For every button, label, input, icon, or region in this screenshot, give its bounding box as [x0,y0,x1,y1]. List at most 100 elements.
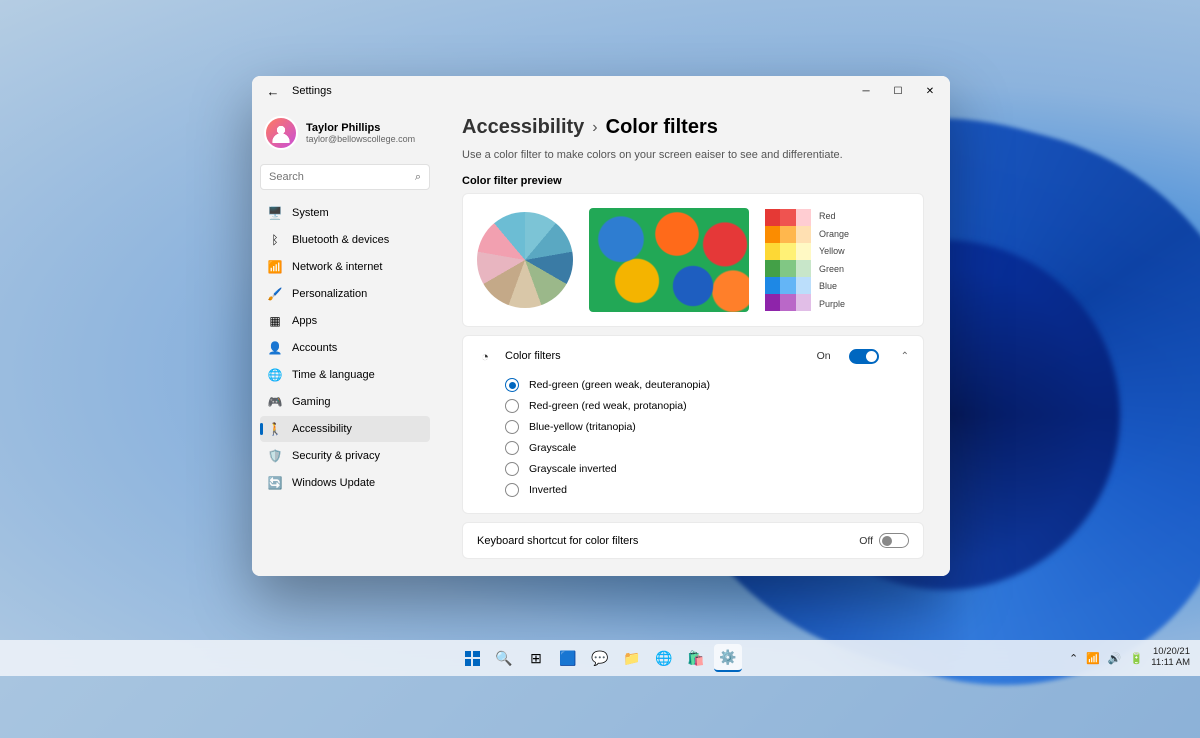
clock[interactable]: 10/20/21 11:11 AM [1151,647,1190,669]
nav-label: System [292,207,329,219]
nav-icon: 🎮 [268,395,282,409]
nav-icon: 🖌️ [268,287,282,301]
user-profile[interactable]: Taylor Phillips taylor@bellowscollege.co… [260,110,430,160]
chat[interactable]: 💬 [586,644,614,672]
page-description: Use a color filter to make colors on you… [462,149,924,161]
taskbar-center: 🔍 ⊞ 🟦 💬 📁 🌐 🛍️ ⚙️ [458,644,742,672]
battery-icon[interactable]: 🔋 [1130,652,1144,665]
sidebar-item-bluetooth-devices[interactable]: ᛒBluetooth & devices [260,227,430,253]
sidebar-item-security-privacy[interactable]: 🛡️Security & privacy [260,443,430,469]
color-filters-title: Color filters [505,350,805,362]
store[interactable]: 🛍️ [682,644,710,672]
keyboard-shortcut-card[interactable]: Keyboard shortcut for color filters Off [462,522,924,559]
filter-option[interactable]: Red-green (green weak, deuteranopia) [505,378,909,392]
preview-label: Color filter preview [462,175,924,187]
filter-option-label: Red-green (green weak, deuteranopia) [529,379,710,391]
swatch-label: Blue [819,281,849,291]
color-filters-toggle[interactable] [849,349,879,364]
swatch-label: Red [819,211,849,221]
window-controls: ─ ☐ ✕ [850,79,946,103]
nav-icon: ▦ [268,314,282,328]
sidebar-item-network-internet[interactable]: 📶 Network & internet [260,254,430,280]
radio-icon [505,399,519,413]
color-filters-header[interactable]: ◔ Color filters On ⌃ [477,348,909,364]
photo-preview [589,208,749,312]
swatch-label: Yellow [819,246,849,256]
file-explorer[interactable]: 📁 [618,644,646,672]
nav-icon: 👤 [268,341,282,355]
user-name: Taylor Phillips [306,122,415,134]
radio-icon [505,462,519,476]
filter-options: Red-green (green weak, deuteranopia) Red-… [505,378,909,497]
titlebar: ← Settings ─ ☐ ✕ [252,76,950,106]
sidebar-item-system[interactable]: 🖥️ System [260,200,430,226]
maximize-button[interactable]: ☐ [882,79,914,103]
breadcrumb-parent[interactable]: Accessibility [462,116,584,139]
taskbar-search[interactable]: 🔍 [490,644,518,672]
task-view[interactable]: ⊞ [522,644,550,672]
swatch-label: Purple [819,299,849,309]
nav-label: Personalization [292,288,367,300]
radio-icon [505,420,519,434]
sidebar-item-apps[interactable]: ▦ Apps [260,308,430,334]
filter-option-label: Blue-yellow (tritanopia) [529,421,636,433]
sidebar-item-personalization[interactable]: 🖌️ Personalization [260,281,430,307]
color-filters-card: ◔ Color filters On ⌃ Red-green (green we… [462,335,924,514]
settings-window: ← Settings ─ ☐ ✕ Taylor Phillips taylor@… [252,76,950,576]
tray-time: 11:11 AM [1151,658,1190,669]
avatar [264,116,298,150]
filter-option[interactable]: Blue-yellow (tritanopia) [505,420,909,434]
nav-icon: 🖥️ [268,206,282,220]
preview-card: RedOrangeYellowGreenBluePurple [462,193,924,327]
nav-icon: 🌐 [268,368,282,382]
filter-option[interactable]: Red-green (red weak, protanopia) [505,399,909,413]
window-title: Settings [292,85,332,97]
nav-label: Network & internet [292,261,382,273]
chevron-right-icon: › [592,119,597,137]
filter-option[interactable]: Inverted [505,483,909,497]
sidebar-item-windows-update[interactable]: 🔄Windows Update [260,470,430,496]
taskbar: 🔍 ⊞ 🟦 💬 📁 🌐 🛍️ ⚙️ ⌃ 📶 🔊 🔋 10/20/21 11:11… [0,640,1200,676]
tray-chevron-icon[interactable]: ⌃ [1069,652,1078,665]
volume-icon[interactable]: 🔊 [1108,652,1122,665]
nav-icon: 🛡️ [268,449,282,463]
nav-label: Apps [292,315,317,327]
window-body: Taylor Phillips taylor@bellowscollege.co… [252,106,950,576]
minimize-button[interactable]: ─ [850,79,882,103]
nav-label: Bluetooth & devices [292,234,389,246]
sidebar-item-accessibility[interactable]: 🚶Accessibility [260,416,430,442]
sidebar-item-gaming[interactable]: 🎮Gaming [260,389,430,415]
search-box[interactable]: ⌕ [260,164,430,190]
toggle-state-label: On [817,350,831,362]
pie-preview [477,212,573,308]
widgets[interactable]: 🟦 [554,644,582,672]
nav-list: 🖥️ System ᛒBluetooth & devices 📶 Network & i… [260,200,430,496]
sidebar-item-accounts[interactable]: 👤Accounts [260,335,430,361]
wifi-icon[interactable]: 📶 [1086,652,1100,665]
system-tray[interactable]: ⌃ 📶 🔊 🔋 10/20/21 11:11 AM [1069,647,1200,669]
edge[interactable]: 🌐 [650,644,678,672]
filter-option-label: Grayscale [529,442,576,454]
back-button[interactable]: ← [262,80,284,102]
content-area: Accessibility › Color filters Use a colo… [438,106,950,576]
nav-label: Windows Update [292,477,375,489]
filter-option[interactable]: Grayscale inverted [505,462,909,476]
shortcut-title: Keyboard shortcut for color filters [477,535,859,547]
search-input[interactable] [269,171,415,183]
user-email: taylor@bellowscollege.com [306,134,415,144]
swatch-labels: RedOrangeYellowGreenBluePurple [819,209,849,311]
sidebar-item-time-language[interactable]: 🌐Time & language [260,362,430,388]
radio-icon [505,441,519,455]
settings-taskbar[interactable]: ⚙️ [714,644,742,672]
swatch-grid [765,209,811,311]
breadcrumb-current: Color filters [606,116,718,139]
swatch-preview: RedOrangeYellowGreenBluePurple [765,209,849,311]
start-button[interactable] [458,644,486,672]
search-icon: ⌕ [415,171,421,184]
shortcut-toggle[interactable] [879,533,909,548]
filter-option[interactable]: Grayscale [505,441,909,455]
nav-icon: 📶 [268,260,282,274]
chevron-up-icon[interactable]: ⌃ [901,351,909,362]
close-button[interactable]: ✕ [914,79,946,103]
radio-icon [505,483,519,497]
